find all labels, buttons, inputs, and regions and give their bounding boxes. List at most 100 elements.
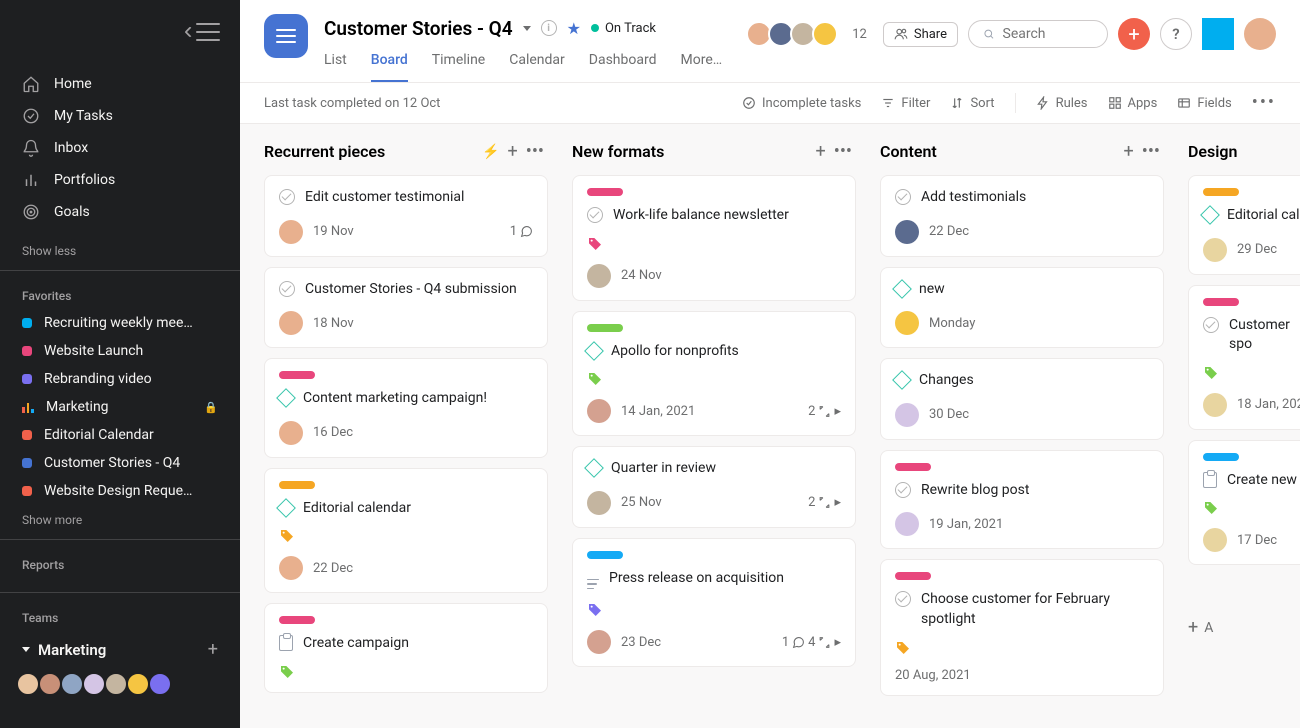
add-card-icon[interactable]: + [508,143,518,161]
column-title[interactable]: Content [880,142,1116,161]
tool-apps[interactable]: Apps [1108,96,1158,111]
complete-icon[interactable] [1203,317,1219,333]
tab-moremore[interactable]: More… [681,52,723,82]
favorite-item[interactable]: Customer Stories - Q4 [0,449,240,477]
task-card[interactable]: Apollo for nonprofits14 Jan, 20212 ▸ [572,311,856,437]
assignee-avatar[interactable] [1203,528,1227,552]
task-card[interactable]: Create new in17 Dec [1188,440,1300,566]
task-card[interactable]: Customer spo18 Jan, 2021 [1188,285,1300,430]
milestone-icon[interactable] [892,279,912,299]
assignee-avatar[interactable] [587,399,611,423]
assignee-avatar[interactable] [587,630,611,654]
star-icon[interactable]: ★ [567,19,581,38]
toolbar-more-icon[interactable]: ••• [1252,94,1276,112]
favorite-item[interactable]: Website Launch [0,337,240,365]
assignee-avatar[interactable] [279,556,303,580]
task-card[interactable]: Rewrite blog post19 Jan, 2021 [880,450,1164,550]
search-field[interactable] [968,20,1108,48]
avatar[interactable] [60,672,84,696]
project-title[interactable]: Customer Stories - Q4 [324,17,513,40]
collapse-sidebar-button[interactable] [196,23,220,41]
assignee-avatar[interactable] [895,512,919,536]
sidebar-item-inbox[interactable]: Inbox [0,132,240,164]
sidebar-item-my-tasks[interactable]: My Tasks [0,100,240,132]
avatar[interactable] [82,672,106,696]
assignee-avatar[interactable] [279,220,303,244]
task-card[interactable]: Work-life balance newsletter24 Nov [572,175,856,301]
assignee-avatar[interactable] [895,311,919,335]
search-input[interactable] [1003,26,1093,42]
task-card[interactable]: Quarter in review25 Nov2 ▸ [572,446,856,528]
column-title[interactable]: Design [1188,142,1300,161]
help-button[interactable]: ? [1160,18,1192,50]
assignee-avatar[interactable] [279,311,303,335]
reports-heading[interactable]: Reports [0,544,240,578]
task-card[interactable]: Changes30 Dec [880,358,1164,440]
favorite-item[interactable]: Editorial Calendar [0,421,240,449]
task-card[interactable]: Create campaign [264,603,548,693]
sidebar-item-goals[interactable]: Goals [0,196,240,228]
tab-calendar[interactable]: Calendar [509,52,565,82]
add-section-button[interactable]: + A [1188,617,1300,638]
favorite-item[interactable]: Rebranding video [0,365,240,393]
avatar[interactable] [126,672,150,696]
task-card[interactable]: Press release on acquisition23 Dec1 4 ▸ [572,538,856,668]
task-card[interactable]: Choose customer for February spotlight20… [880,559,1164,695]
add-card-icon[interactable]: + [816,143,826,161]
task-card[interactable]: newMonday [880,267,1164,349]
complete-icon[interactable] [279,189,295,205]
column-menu-icon[interactable]: ••• [834,143,852,161]
project-icon[interactable] [264,14,308,58]
show-less-link[interactable]: Show less [0,236,240,266]
approval-icon[interactable] [279,635,293,651]
task-card[interactable]: Add testimonials22 Dec [880,175,1164,257]
global-add-button[interactable]: + [1118,18,1150,50]
complete-icon[interactable] [895,189,911,205]
column-menu-icon[interactable]: ••• [1142,143,1160,161]
tool-sort[interactable]: Sort [950,96,994,111]
milestone-icon[interactable] [892,370,912,390]
task-card[interactable]: Editorial cale29 Dec [1188,175,1300,275]
assignee-avatar[interactable] [1203,238,1227,262]
task-card[interactable]: Editorial calendar22 Dec [264,468,548,594]
show-more-link[interactable]: Show more [0,505,240,535]
column-title[interactable]: Recurrent pieces [264,142,474,161]
tab-dashboard[interactable]: Dashboard [589,52,657,82]
assignee-avatar[interactable] [1203,393,1227,417]
task-card[interactable]: Customer Stories - Q4 submission18 Nov [264,267,548,349]
avatar[interactable] [38,672,62,696]
complete-icon[interactable] [895,482,911,498]
assignee-avatar[interactable] [279,421,303,445]
sidebar-item-home[interactable]: Home [0,68,240,100]
avatar[interactable] [148,672,172,696]
avatar[interactable] [104,672,128,696]
sidebar-item-portfolios[interactable]: Portfolios [0,164,240,196]
milestone-icon[interactable] [584,341,604,361]
tab-list[interactable]: List [324,52,347,82]
task-card[interactable]: Edit customer testimonial19 Nov1 [264,175,548,257]
column-title[interactable]: New formats [572,142,808,161]
user-avatar[interactable] [1244,18,1276,50]
board[interactable]: Recurrent pieces ⚡ + ••• Edit customer testi… [240,124,1300,728]
tool-incomplete-tasks[interactable]: Incomplete tasks [742,96,861,111]
complete-icon[interactable] [279,281,295,297]
tab-timeline[interactable]: Timeline [432,52,485,82]
assignee-avatar[interactable] [587,264,611,288]
approval-icon[interactable] [1203,472,1217,488]
favorite-item[interactable]: Marketing🔒 [0,393,240,421]
complete-icon[interactable] [587,207,603,223]
bolt-icon[interactable]: ⚡ [482,144,499,160]
add-card-icon[interactable]: + [1124,143,1134,161]
info-icon[interactable]: i [541,20,557,36]
favorite-item[interactable]: Website Design Reque… [0,477,240,505]
assignee-avatar[interactable] [895,220,919,244]
milestone-icon[interactable] [276,498,296,518]
upgrade-button[interactable] [1202,18,1234,50]
milestone-icon[interactable] [584,458,604,478]
team-marketing[interactable]: Marketing + [0,631,240,668]
favorite-item[interactable]: Recruiting weekly mee… [0,309,240,337]
tab-board[interactable]: Board [371,52,408,82]
task-card[interactable]: Content marketing campaign!16 Dec [264,358,548,458]
avatar[interactable] [16,672,40,696]
assignee-avatar[interactable] [587,491,611,515]
